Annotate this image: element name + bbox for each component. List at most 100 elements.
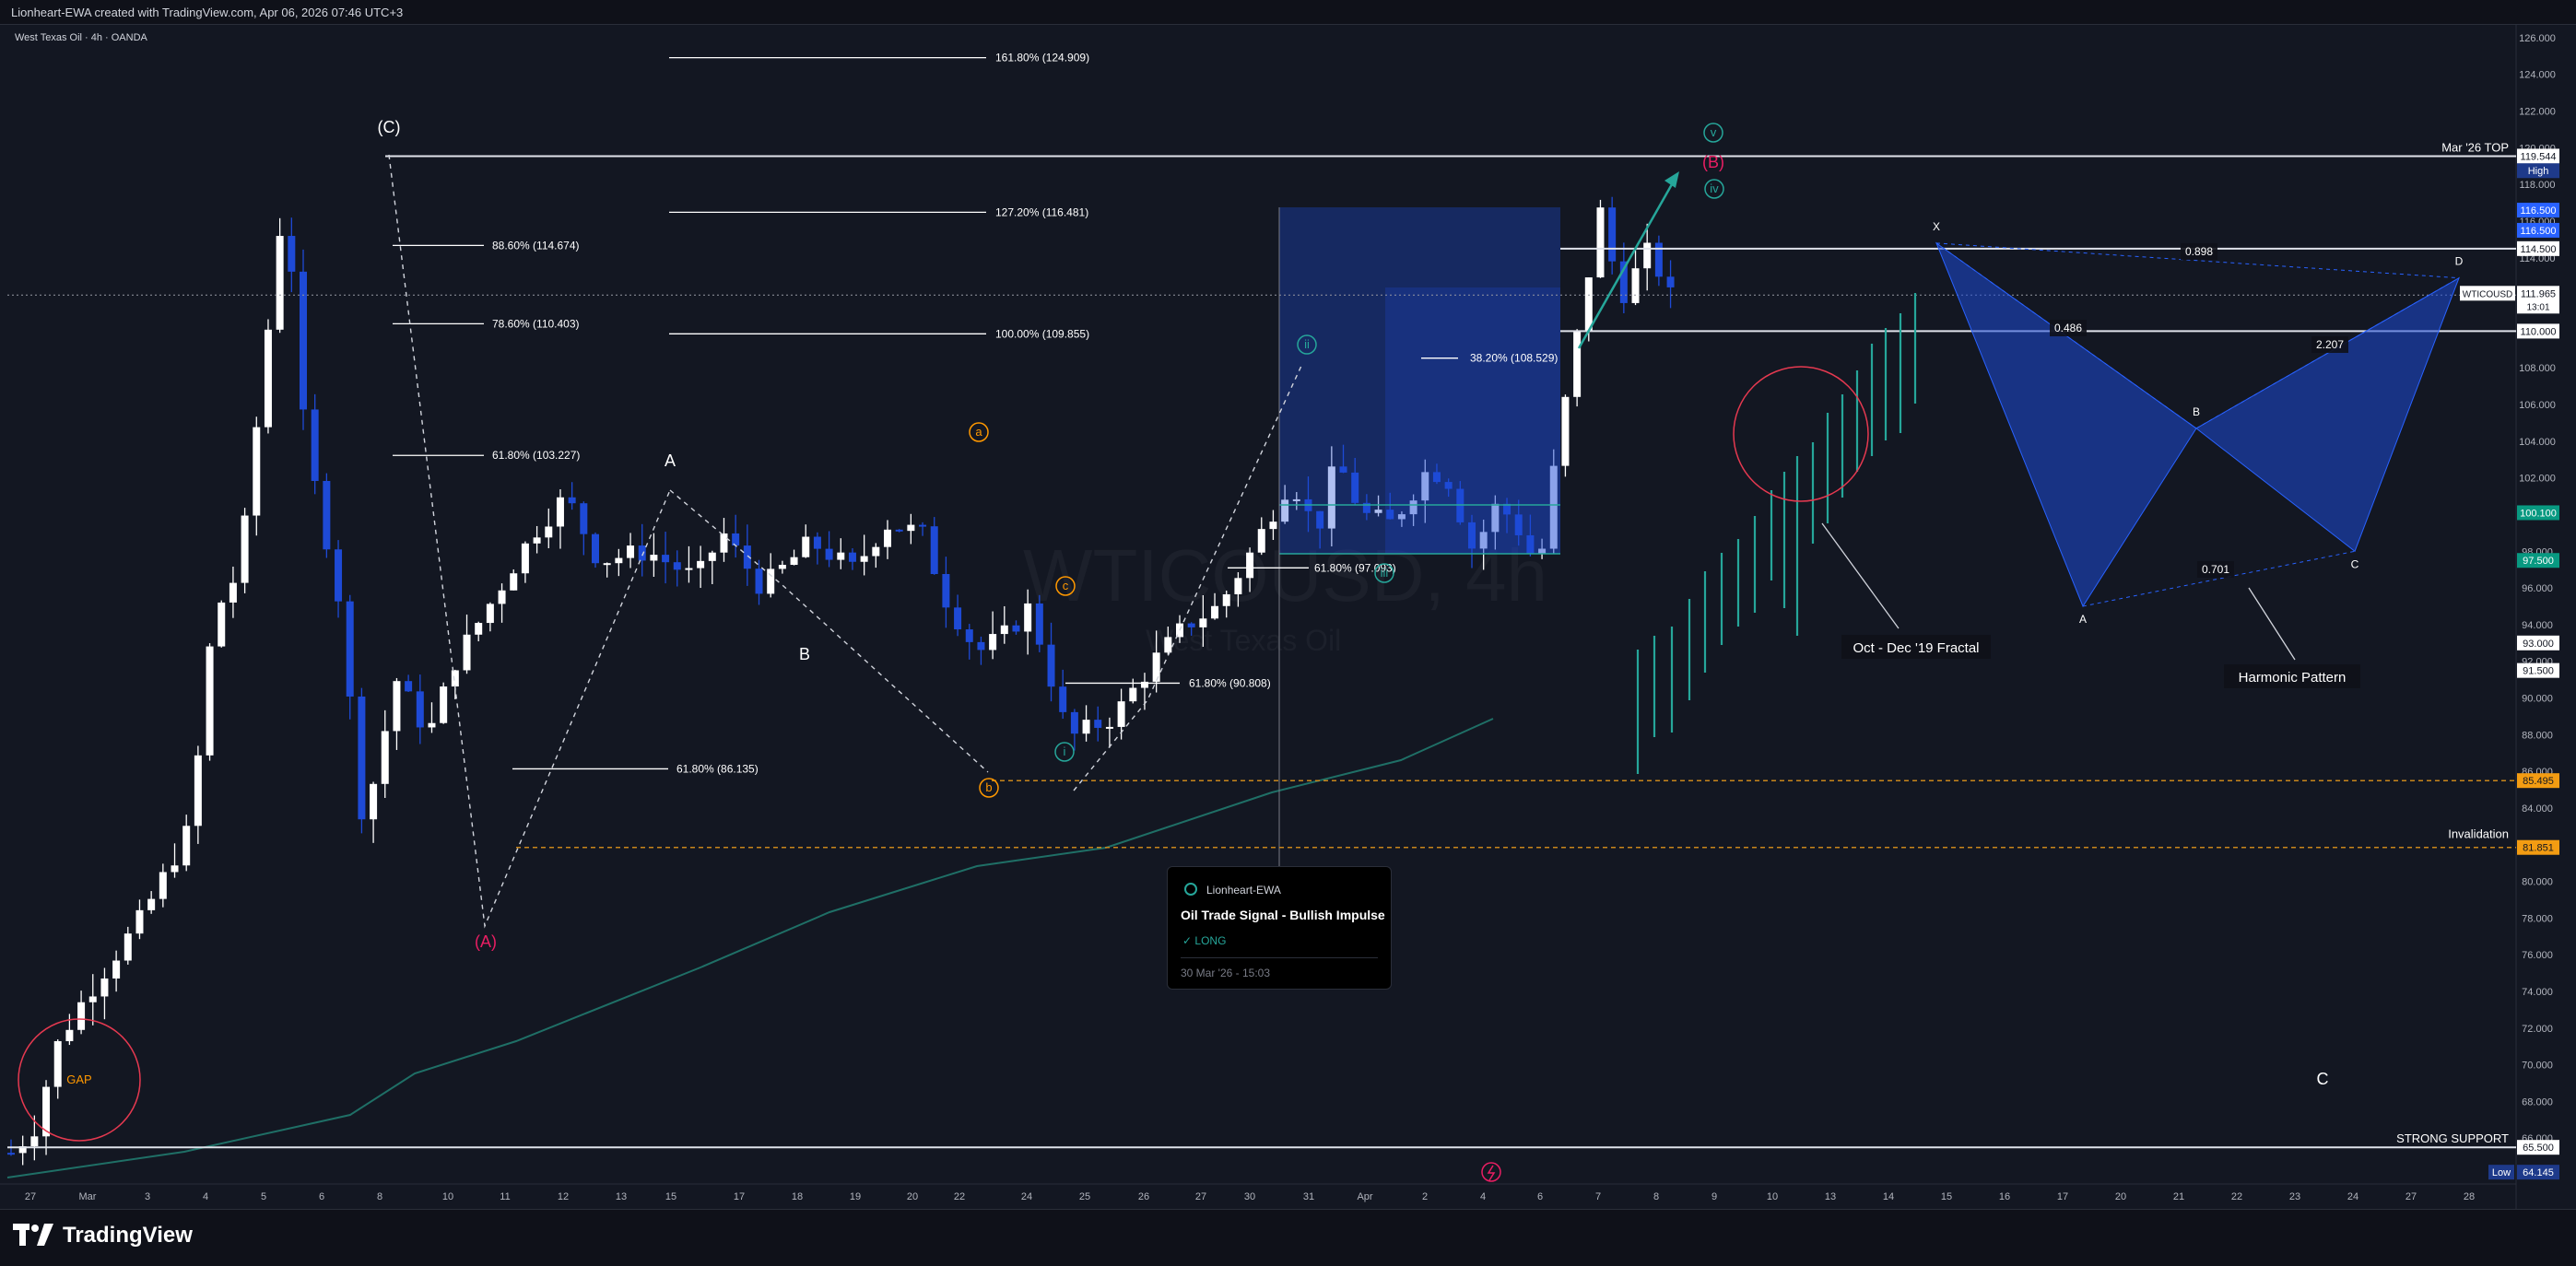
x-tick-label: 19: [850, 1191, 861, 1202]
y-tick-label: 102.000: [2519, 474, 2556, 485]
candle-body: [720, 533, 728, 553]
top-bar: Lionheart-EWA created with TradingView.c…: [0, 0, 2576, 25]
fib-level-label: 78.60% (110.403): [492, 317, 580, 330]
candle-body: [1234, 578, 1242, 595]
chart-canvas[interactable]: 126.000124.000122.000120.000118.000116.0…: [0, 0, 2576, 1265]
candle-body: [1573, 330, 1582, 397]
candle-body: [592, 533, 599, 564]
y-tick-label: 106.000: [2519, 400, 2556, 411]
candle-body: [989, 634, 997, 651]
x-tick-label: 28: [2464, 1191, 2475, 1202]
candle-body: [1187, 623, 1195, 627]
x-tick-label: 15: [1941, 1191, 1952, 1202]
candle-body: [603, 563, 611, 566]
x-tick-label: 27: [2405, 1191, 2417, 1202]
harmonic-point-label: A: [2079, 613, 2087, 626]
candle-body: [1222, 594, 1230, 606]
candle-body: [884, 529, 891, 547]
x-tick-label: 10: [442, 1191, 453, 1202]
candle-body: [1561, 396, 1570, 466]
candle-body: [662, 555, 670, 563]
candle-body: [965, 629, 973, 642]
price-axis-tag-label: 97.500: [2523, 556, 2554, 567]
harmonic-point-label: B: [2193, 405, 2200, 418]
x-tick-label: 7: [1595, 1191, 1601, 1202]
x-tick-label: Mar: [79, 1191, 97, 1202]
candle-body: [1012, 625, 1020, 632]
x-tick-label: 30: [1244, 1191, 1255, 1202]
tradingview-logo[interactable]: TradingView: [13, 1223, 193, 1248]
candle-body: [813, 536, 821, 549]
candle-body: [942, 574, 950, 608]
x-tick-label: 24: [2347, 1191, 2358, 1202]
x-tick-label: 31: [1303, 1191, 1314, 1202]
candle-body: [895, 529, 903, 532]
x-tick-label: Apr: [1357, 1191, 1372, 1202]
candle-body: [580, 503, 588, 534]
candle-body: [790, 557, 798, 566]
candle-body: [206, 646, 214, 756]
candle-body: [405, 681, 413, 692]
x-tick-label: 3: [145, 1191, 150, 1202]
x-tick-label: 8: [1653, 1191, 1659, 1202]
y-tick-label: 118.000: [2520, 180, 2556, 191]
fib-level-label: 100.00% (109.855): [995, 327, 1089, 340]
gap-label: GAP: [66, 1073, 91, 1086]
wave-label: (C): [378, 118, 401, 136]
y-tick-label: 74.000: [2522, 987, 2553, 998]
price-axis-tag-label: 119.544: [2521, 151, 2557, 162]
candle-body: [1082, 720, 1090, 734]
x-tick-label: 4: [203, 1191, 208, 1202]
x-tick-label: 27: [1195, 1191, 1206, 1202]
candle-body: [358, 696, 366, 820]
x-tick-label: 6: [319, 1191, 324, 1202]
fib-level-label: 61.80% (103.227): [492, 449, 580, 462]
candle-body: [1666, 276, 1675, 287]
signal-divider: [1181, 957, 1378, 958]
candle-body: [1584, 277, 1593, 331]
price-axis-tag-label: 110.000: [2521, 326, 2557, 337]
candle-body: [159, 872, 167, 899]
candle-body: [930, 526, 938, 575]
candle-body: [475, 623, 483, 635]
harmonic-ratio-label: 2.207: [2316, 338, 2344, 351]
x-tick-label: 14: [1883, 1191, 1894, 1202]
candle-body: [1047, 644, 1055, 687]
y-tick-label: 72.000: [2522, 1024, 2553, 1035]
candle-body: [1269, 522, 1277, 530]
candle-body: [954, 607, 962, 630]
price-axis-tag-label: 116.500: [2521, 226, 2557, 237]
x-tick-label: 26: [1138, 1191, 1149, 1202]
signal-card[interactable]: Lionheart-EWA Oil Trade Signal - Bullish…: [1167, 866, 1392, 990]
candle-body: [1596, 207, 1605, 278]
candle-body: [767, 569, 775, 594]
candle-body: [778, 565, 786, 569]
candle-body: [650, 555, 658, 561]
candle-body: [1164, 637, 1172, 653]
candle-body: [685, 568, 693, 570]
candle-body: [755, 569, 763, 594]
price-axis-tag-label: 65.500: [2523, 1143, 2554, 1154]
harmonic-point-label: C: [2351, 557, 2359, 570]
y-tick-label: 84.000: [2522, 803, 2553, 815]
y-tick-label: 78.000: [2522, 913, 2553, 924]
candle-body: [1024, 603, 1032, 632]
x-tick-label: 13: [1825, 1191, 1836, 1202]
tradingview-wordmark: TradingView: [63, 1223, 193, 1248]
candle-body: [88, 996, 97, 1002]
x-tick-label: 17: [734, 1191, 745, 1202]
candle-body: [463, 634, 471, 671]
signal-author[interactable]: Lionheart-EWA: [1206, 884, 1281, 897]
candle-body: [568, 497, 576, 504]
candle-body: [346, 601, 354, 697]
candle-body: [288, 236, 296, 272]
harmonic-ratio-label: 0.898: [2185, 245, 2213, 258]
candle-body: [627, 545, 635, 558]
fib-level-label: 161.80% (124.909): [995, 52, 1089, 64]
y-tick-label: 94.000: [2522, 620, 2553, 631]
harmonic-point-label: X: [1933, 220, 1940, 233]
candle-body: [486, 604, 494, 624]
candle-body: [1643, 242, 1652, 269]
fib-level-label: 127.20% (116.481): [995, 205, 1088, 218]
candle-body: [1257, 529, 1265, 553]
